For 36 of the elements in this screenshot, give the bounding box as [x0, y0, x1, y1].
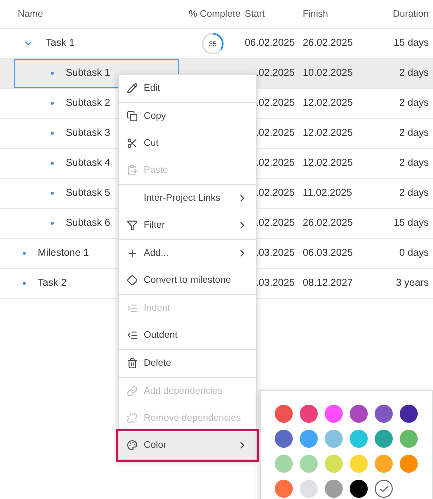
duration: 15 days — [392, 218, 430, 229]
duration: 2 days — [398, 98, 430, 109]
start-date: .02.2025 — [255, 158, 296, 169]
task-name: Subtask 5 — [65, 188, 112, 199]
start-date: .02.2025 — [255, 98, 296, 109]
duration: 2 days — [398, 158, 430, 169]
task-name: Subtask 2 — [65, 98, 112, 109]
start-date: .02.2025 — [255, 68, 296, 79]
task-name: Milestone 1 — [37, 248, 90, 259]
duration: 0 days — [398, 248, 430, 259]
finish-date: 08.12.2027 — [302, 278, 354, 289]
finish-date: 26.02.2025 — [302, 38, 354, 49]
task-name: Subtask 3 — [65, 128, 112, 139]
task-name: Subtask 6 — [65, 218, 112, 229]
finish-date: 12.02.2025 — [302, 128, 354, 139]
start-date: .02.2025 — [255, 128, 296, 139]
task-name: Subtask 1 — [65, 68, 112, 79]
finish-date: 11.02.2025 — [302, 188, 354, 199]
duration: 15 days — [392, 38, 430, 49]
task-name: Task 1 — [45, 38, 76, 49]
duration: 3 years — [395, 278, 430, 289]
finish-date: 10.02.2025 — [302, 68, 354, 79]
finish-date: 06.03.2025 — [302, 248, 354, 259]
start-date: .03.2025 — [255, 278, 296, 289]
task-name: Subtask 4 — [65, 158, 112, 169]
start-date: .02.2025 — [255, 218, 296, 229]
start-date: .02.2025 — [255, 188, 296, 199]
duration: 2 days — [398, 188, 430, 199]
finish-date: 12.02.2025 — [302, 98, 354, 109]
task-name: Task 2 — [37, 278, 68, 289]
duration: 2 days — [398, 128, 430, 139]
duration: 2 days — [398, 68, 430, 79]
finish-date: 12.02.2025 — [302, 158, 354, 169]
finish-date: 26.02.2025 — [302, 218, 354, 229]
start-date: 06.02.2025 — [244, 38, 296, 49]
start-date: .03.2025 — [255, 248, 296, 259]
